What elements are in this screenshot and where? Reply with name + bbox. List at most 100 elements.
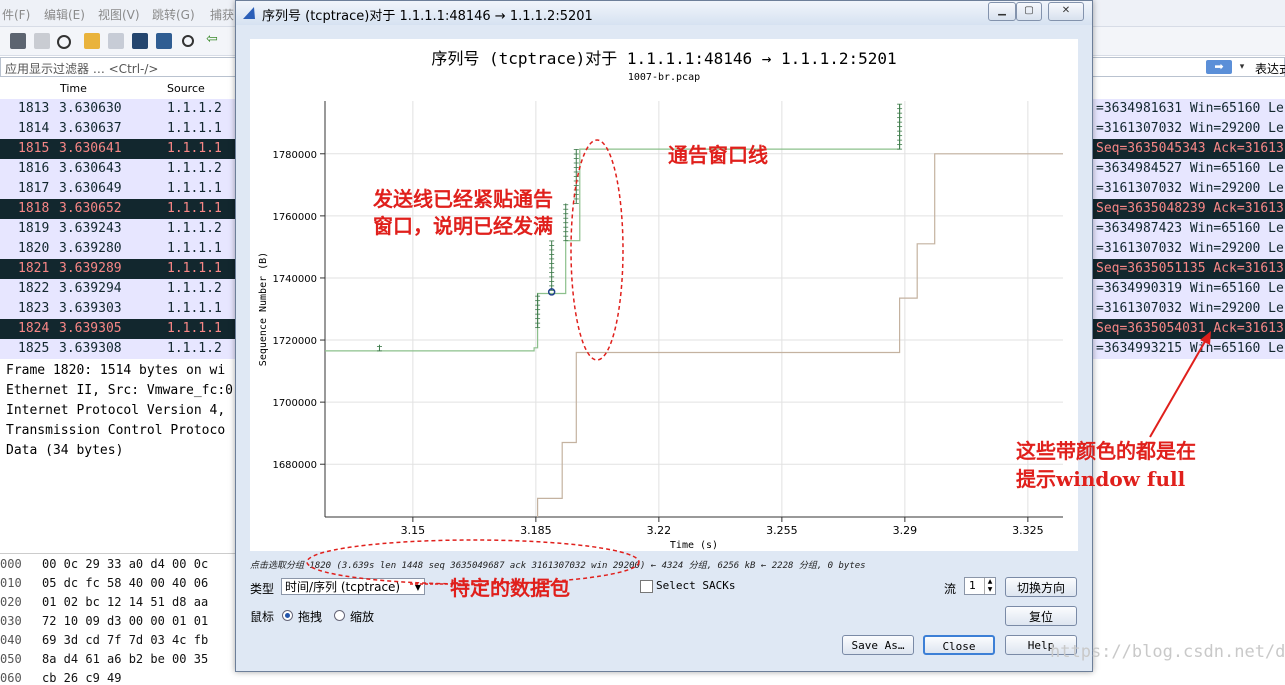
maximize-button[interactable]: ▢ <box>1016 2 1042 21</box>
close-file-icon[interactable] <box>132 33 148 49</box>
menu-view[interactable]: 视图(V) <box>98 6 140 23</box>
packet-time: 3.639305 <box>59 321 122 336</box>
detail-item[interactable]: Frame 1820: 1514 bytes on wi <box>6 363 225 378</box>
wireshark-fin-icon <box>243 7 255 19</box>
hex-offset: 010 <box>0 576 22 590</box>
sequence-chart[interactable]: 3.15 3.185 3.22 3.255 3.29 3.325 1680000 170000… <box>250 39 1078 551</box>
hex-offset: 040 <box>0 633 22 647</box>
packet-source: 1.1.1.1 <box>167 141 222 156</box>
graph-type-value: 时间/序列 (tcptrace) <box>285 580 401 594</box>
restart-capture-icon[interactable] <box>34 33 50 49</box>
hex-bytes[interactable]: 05 dc fc 58 40 00 40 06 <box>42 576 208 590</box>
expression-button[interactable]: 表达式 <box>1255 60 1285 77</box>
column-source[interactable]: Source <box>167 82 205 95</box>
packet-source: 1.1.1.2 <box>167 341 222 356</box>
menu-go[interactable]: 跳转(G) <box>152 6 195 23</box>
go-back-icon[interactable]: ⇦ <box>206 31 222 47</box>
hex-bytes[interactable]: 8a d4 61 a6 b2 be 00 35 <box>42 652 208 666</box>
hex-offset: 050 <box>0 652 22 666</box>
hint-text: 点击选取分组 1820 (3.639s len 1448 seq 3635049… <box>250 561 866 571</box>
hex-bytes[interactable]: 01 02 bc 12 14 51 d8 aa <box>42 595 208 609</box>
annotation-specific-packet: 特定的数据包 <box>450 576 570 600</box>
packet-source: 1.1.1.2 <box>167 101 222 116</box>
packet-number: 1825 <box>18 341 50 356</box>
stream-spinbox[interactable]: 1 ▲ ▼ <box>964 577 996 595</box>
packet-time: 3.630649 <box>59 181 122 196</box>
packet-number: 1822 <box>18 281 50 296</box>
x-tick-label: 3.185 <box>520 524 552 537</box>
y-tick-label: 1680000 <box>272 460 317 471</box>
stop-capture-icon[interactable] <box>10 33 26 49</box>
packet-time: 3.630637 <box>59 121 122 136</box>
x-tick-label: 3.255 <box>766 524 798 537</box>
graph-type-select[interactable]: 时间/序列 (tcptrace) ▼ <box>281 578 425 595</box>
hex-bytes[interactable]: 72 10 09 d3 00 00 01 01 <box>42 614 208 628</box>
hex-bytes[interactable]: cb 26 c9 49 <box>42 671 121 685</box>
drag-radio[interactable] <box>282 610 293 621</box>
stream-value: 1 <box>969 579 976 592</box>
zoom-radio[interactable] <box>334 610 345 621</box>
save-as-button[interactable]: Save As… <box>842 635 914 655</box>
apply-filter-icon[interactable]: ➡ <box>1206 60 1232 74</box>
switch-direction-button[interactable]: 切换方向 <box>1005 577 1077 597</box>
packet-number: 1815 <box>18 141 50 156</box>
packet-time: 3.630652 <box>59 201 122 216</box>
packet-source: 1.1.1.1 <box>167 261 222 276</box>
hex-offset: 020 <box>0 595 22 609</box>
save-file-icon[interactable] <box>108 33 124 49</box>
spin-arrows-icon[interactable]: ▲ ▼ <box>984 578 995 594</box>
find-packet-icon[interactable] <box>182 35 194 47</box>
column-time[interactable]: Time <box>60 82 87 95</box>
hex-bytes[interactable]: 69 3d cd 7f 7d 03 4c fb <box>42 633 208 647</box>
packet-time: 3.639289 <box>59 261 122 276</box>
hex-offset: 030 <box>0 614 22 628</box>
detail-item[interactable]: Transmission Control Protoco <box>6 423 225 438</box>
menu-edit[interactable]: 编辑(E) <box>44 6 85 23</box>
zoom-label: 缩放 <box>350 610 375 624</box>
plot-area[interactable]: 序列号 (tcptrace)对于 1.1.1.1:48146 → 1.1.1.2… <box>250 39 1078 551</box>
packet-number: 1816 <box>18 161 50 176</box>
close-button[interactable]: Close <box>923 635 995 655</box>
packet-number: 1820 <box>18 241 50 256</box>
display-filter-input[interactable]: 应用显示过滤器 … <Ctrl-/> <box>5 60 158 77</box>
annotation-window-line: 通告窗口线 <box>668 143 768 167</box>
packet-time: 3.639294 <box>59 281 122 296</box>
x-tick-label: 3.29 <box>893 524 918 537</box>
y-tick-label: 1780000 <box>272 150 317 161</box>
open-file-icon[interactable] <box>84 33 100 49</box>
packet-info: =3634993215 Win=65160 Le <box>1096 341 1284 356</box>
y-tick-label: 1720000 <box>272 336 317 347</box>
mouse-label: 鼠标 <box>250 610 275 624</box>
packet-time: 3.630643 <box>59 161 122 176</box>
select-sacks-label: Select SACKs <box>656 579 736 592</box>
packet-info: Seq=3635048239 Ack=31613 <box>1096 201 1284 216</box>
packet-details-pane: Frame 1820: 1514 bytes on wi Ethernet II,… <box>0 360 240 560</box>
packet-info: =3634984527 Win=65160 Le <box>1096 161 1284 176</box>
packet-source: 1.1.1.1 <box>167 321 222 336</box>
options-icon[interactable] <box>57 35 71 49</box>
close-window-button[interactable]: ✕ <box>1048 2 1084 21</box>
reset-button[interactable]: 复位 <box>1005 606 1077 626</box>
detail-item[interactable]: Ethernet II, Src: Vmware_fc:0 <box>6 383 233 398</box>
packet-time: 3.630641 <box>59 141 122 156</box>
detail-item[interactable]: Data (34 bytes) <box>6 443 123 458</box>
x-axis-label: Time (s) <box>670 540 718 551</box>
menu-file[interactable]: 件(F) <box>2 6 30 23</box>
packet-source: 1.1.1.2 <box>167 161 222 176</box>
packet-info: Seq=3635045343 Ack=31613 <box>1096 141 1284 156</box>
packet-source: 1.1.1.1 <box>167 241 222 256</box>
reload-icon[interactable] <box>156 33 172 49</box>
x-tick-label: 3.15 <box>401 524 426 537</box>
drag-label: 拖拽 <box>298 610 323 624</box>
packet-number: 1817 <box>18 181 50 196</box>
menu-capture[interactable]: 捕获 <box>210 6 234 23</box>
packet-source: 1.1.1.1 <box>167 181 222 196</box>
minimize-button[interactable]: ▁ <box>988 2 1016 21</box>
packet-time: 3.639303 <box>59 301 122 316</box>
packet-info: =3634987423 Win=65160 Le <box>1096 221 1284 236</box>
detail-item[interactable]: Internet Protocol Version 4, <box>6 403 225 418</box>
select-sacks-checkbox[interactable] <box>640 580 653 593</box>
hex-bytes[interactable]: 00 0c 29 33 a0 d4 00 0c <box>42 557 208 571</box>
packet-number: 1823 <box>18 301 50 316</box>
filter-dropdown-icon[interactable]: ▾ <box>1235 59 1249 75</box>
